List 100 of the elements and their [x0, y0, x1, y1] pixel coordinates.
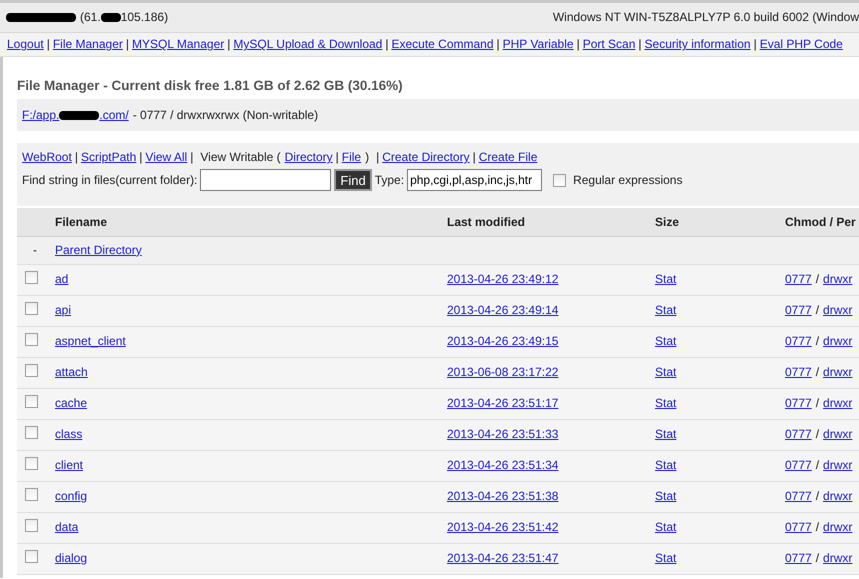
folder-link[interactable]: aspnet_client [55, 334, 126, 348]
search-label: Find string in files(current folder): [22, 173, 198, 188]
folder-link[interactable]: class [55, 427, 82, 442]
separator: / [816, 334, 820, 348]
chmod-link[interactable]: 0777 [785, 520, 812, 534]
row-checkbox[interactable] [25, 302, 38, 316]
permission-link[interactable]: drwxr [823, 365, 852, 380]
column-header: Last modified [447, 214, 526, 229]
link[interactable]: ScriptPath [80, 150, 136, 164]
stat-link[interactable]: Stat [655, 396, 676, 410]
link[interactable]: MYSQL Manager [132, 37, 224, 52]
link[interactable]: Execute Command [391, 37, 494, 52]
chmod-link[interactable]: 0777 [785, 272, 812, 286]
stat-link[interactable]: Stat [655, 551, 676, 566]
link[interactable]: Create Directory [382, 150, 470, 164]
folder-link[interactable]: attach [55, 365, 88, 380]
permission-link[interactable]: drwxr [823, 489, 852, 504]
separator: | [74, 150, 78, 164]
row-checkbox[interactable] [25, 333, 38, 346]
date-link[interactable]: 2013-04-26 23:51:38 [447, 489, 558, 504]
stat-link[interactable]: Stat [655, 458, 676, 472]
permission-link[interactable]: drwxr [823, 551, 852, 566]
folder-link[interactable]: cache [55, 396, 88, 410]
row-checkbox[interactable] [25, 395, 38, 408]
redaction-mark [100, 12, 121, 22]
stat-link[interactable]: Stat [655, 489, 676, 504]
link[interactable]: MySQL Upload & Download [233, 37, 382, 52]
stat-link[interactable]: Stat [655, 334, 676, 348]
folder-link[interactable]: ad [55, 272, 68, 286]
folder-link[interactable]: data [55, 520, 78, 534]
checkbox[interactable] [553, 174, 566, 187]
stat-link[interactable]: Stat [655, 365, 676, 380]
link[interactable]: Security information [644, 37, 751, 52]
date-link[interactable]: 2013-04-26 23:51:33 [447, 427, 558, 442]
folder-link[interactable]: dialog [55, 551, 88, 566]
toolbar-text: ) [365, 150, 370, 164]
chmod-link[interactable]: 0777 [785, 458, 812, 472]
date-link[interactable]: 2013-04-26 23:51:42 [447, 520, 558, 534]
folder-link[interactable]: api [55, 303, 72, 318]
row-checkbox[interactable] [25, 488, 38, 502]
link[interactable]: Logout [7, 37, 44, 52]
link[interactable]: Eval PHP Code [760, 37, 843, 52]
column-header: Chmod / Per [785, 214, 856, 229]
find-button[interactable]: Find [334, 169, 372, 192]
row-checkbox[interactable] [25, 519, 38, 532]
permission-link[interactable]: drwxr [823, 458, 852, 472]
permission-link[interactable]: drwxr [823, 427, 852, 442]
link[interactable]: Port Scan [582, 37, 636, 52]
permission-link[interactable]: drwxr [823, 272, 852, 286]
toolbar-text: View Writable ( [200, 150, 281, 164]
separator: | [336, 150, 339, 164]
link[interactable]: View All [145, 150, 188, 164]
host-text: 105.186) [120, 10, 168, 25]
row-checkbox[interactable] [25, 457, 38, 470]
folder-link[interactable]: config [55, 489, 88, 504]
date-link[interactable]: 2013-04-26 23:51:34 [447, 458, 558, 472]
type-label: Type: [374, 173, 404, 188]
date-link[interactable]: 2013-04-26 23:51:17 [447, 396, 558, 410]
stat-link[interactable]: Stat [655, 303, 676, 318]
stat-link[interactable]: Stat [655, 272, 676, 286]
permission-link[interactable]: drwxr [823, 303, 852, 318]
stat-link[interactable]: Stat [655, 520, 676, 534]
chmod-link[interactable]: 0777 [785, 303, 812, 318]
link[interactable]: Directory [284, 150, 333, 164]
separator: | [576, 37, 580, 52]
type-field[interactable]: php,cgi,pl,asp,inc,js,htr [407, 169, 542, 192]
link[interactable]: Create File [478, 150, 538, 164]
row-checkbox[interactable] [25, 550, 38, 564]
host-text: (61. [80, 10, 101, 25]
date-link[interactable]: 2013-04-26 23:51:47 [447, 551, 558, 566]
row-checkbox[interactable] [25, 271, 38, 284]
date-link[interactable]: 2013-04-26 23:49:15 [447, 334, 558, 348]
path-link[interactable]: F:/app. .com/ [22, 108, 129, 122]
search-field[interactable] [200, 169, 332, 192]
link[interactable]: File [342, 150, 362, 164]
parent-directory-link[interactable]: Parent Directory [55, 242, 142, 257]
row-checkbox[interactable] [25, 364, 38, 378]
link[interactable]: WebRoot [22, 150, 72, 164]
chmod-link[interactable]: 0777 [785, 427, 812, 442]
system-info: Windows NT WIN-T5Z8ALPLY7P 6.0 build 6002 (Window [552, 10, 859, 25]
separator: | [227, 37, 230, 52]
permission-link[interactable]: drwxr [823, 396, 852, 410]
date-link[interactable]: 2013-06-08 23:17:22 [447, 365, 558, 380]
row-checkbox[interactable] [25, 426, 38, 440]
stat-link[interactable]: Stat [655, 427, 676, 442]
chmod-link[interactable]: 0777 [785, 489, 812, 504]
chmod-link[interactable]: 0777 [785, 551, 812, 566]
chmod-link[interactable]: 0777 [785, 365, 812, 380]
permission-link[interactable]: drwxr [823, 520, 852, 534]
link[interactable]: File Manager [52, 37, 123, 52]
chmod-link[interactable]: 0777 [785, 334, 812, 348]
separator: / [816, 303, 820, 318]
folder-link[interactable]: client [55, 458, 84, 472]
chmod-link[interactable]: 0777 [785, 396, 812, 410]
link[interactable]: PHP Variable [502, 37, 574, 52]
separator: | [46, 37, 50, 52]
date-link[interactable]: 2013-04-26 23:49:14 [447, 303, 558, 318]
permission-link[interactable]: drwxr [823, 334, 852, 348]
date-link[interactable]: 2013-04-26 23:49:12 [447, 272, 558, 286]
dash-text: - [33, 242, 37, 257]
